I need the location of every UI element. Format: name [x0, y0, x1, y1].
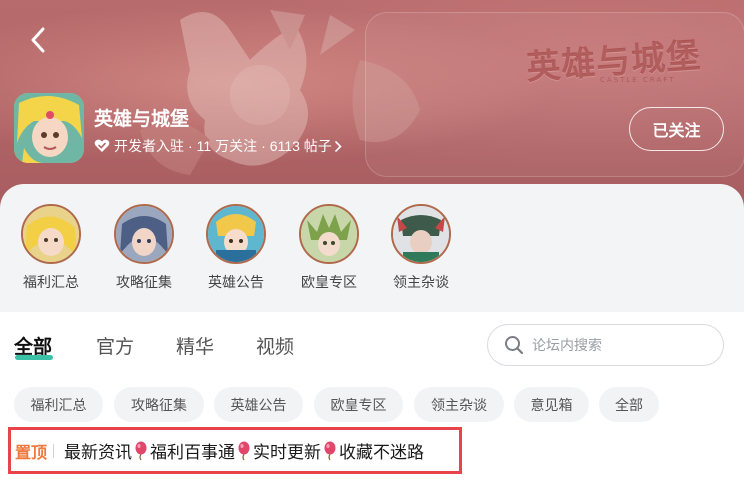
search-input[interactable] [532, 337, 702, 353]
chip-guides[interactable]: 攻略征集 [114, 387, 204, 422]
posts-count: 6113 帖子 [269, 138, 332, 154]
banner-game-logo-sub: CASTLE CRAFT [600, 76, 676, 84]
category-item-hero-news[interactable]: 英雄公告 [198, 204, 274, 292]
pinned-title-segment: 实时更新 [253, 443, 322, 462]
game-app-icon [14, 93, 84, 163]
tab-featured[interactable]: 精华 [176, 332, 214, 359]
hero-avatar-warrior [391, 204, 451, 264]
pinned-title-segment: 收藏不迷路 [339, 443, 425, 462]
hero-avatar-elf [114, 204, 174, 264]
game-meta: 开发者入驻 · 11 万关注 · 6113 帖子 [94, 136, 342, 156]
tab-official[interactable]: 官方 [96, 332, 134, 359]
category-item-lord-talk[interactable]: 领主杂谈 [383, 204, 459, 292]
follow-button[interactable]: 已关注 [629, 107, 724, 151]
hero-avatar-armored [206, 204, 266, 264]
category-label: 欧皇专区 [301, 274, 357, 290]
feed-area: 全部 官方 精华 视频 福利汇总 攻略征集 英雄公告 欧皇专区 领主杂谈 意见箱… [0, 312, 744, 480]
category-section: 福利汇总 攻略征集 英雄公告 欧皇专区 领主杂谈 [0, 184, 744, 312]
chip-all[interactable]: 全部 [599, 387, 659, 422]
balloon-icon [323, 441, 337, 461]
chevron-left-icon [31, 27, 45, 53]
chip-feedback[interactable]: 意见箱 [514, 387, 589, 422]
category-label: 攻略征集 [116, 274, 172, 290]
category-label: 领主杂谈 [393, 274, 449, 290]
hero-avatar-druid [299, 204, 359, 264]
followers-count: 11 万关注 [196, 138, 258, 154]
category-item-lucky-zone[interactable]: 欧皇专区 [291, 204, 367, 292]
developer-label: 开发者入驻 [114, 138, 184, 154]
meta-separator: · [261, 138, 266, 154]
chip-welfare[interactable]: 福利汇总 [14, 387, 103, 422]
category-label: 福利汇总 [23, 274, 79, 290]
category-item-guides[interactable]: 攻略征集 [106, 204, 182, 292]
posts-link[interactable]: 6113 帖子 [270, 136, 342, 156]
category-label: 英雄公告 [208, 274, 264, 290]
balloon-icon [237, 441, 251, 461]
chip-lucky-zone[interactable]: 欧皇专区 [314, 387, 403, 422]
pinned-tag: 置顶 [15, 444, 48, 462]
tab-video[interactable]: 视频 [256, 332, 294, 359]
pinned-title-segment: 福利百事通 [150, 443, 236, 462]
pinned-title: 最新资讯 福利百事通 实时更新 收藏不迷路 [64, 438, 424, 463]
chip-hero-news[interactable]: 英雄公告 [214, 387, 303, 422]
category-item-welfare[interactable]: 福利汇总 [13, 204, 89, 292]
hero-avatar-blonde [21, 204, 81, 264]
pinned-post[interactable]: 置顶 最新资讯 福利百事通 实时更新 收藏不迷路 [8, 427, 462, 474]
tab-active-underline [15, 355, 53, 360]
forum-page: 英雄与城堡 CASTLE CRAFT 英雄与城堡 开发者入驻 · 11 万关注 … [0, 0, 744, 480]
meta-separator: · [188, 138, 193, 154]
chip-lord-talk[interactable]: 领主杂谈 [414, 387, 504, 422]
pinned-title-segment: 最新资讯 [64, 443, 133, 462]
game-title: 英雄与城堡 [94, 109, 190, 130]
forum-banner: 英雄与城堡 CASTLE CRAFT 英雄与城堡 开发者入驻 · 11 万关注 … [0, 0, 744, 210]
forum-search-box[interactable] [487, 324, 724, 366]
pinned-divider [53, 443, 55, 458]
chevron-right-icon [334, 140, 342, 152]
balloon-icon [134, 441, 148, 461]
back-button[interactable] [24, 24, 52, 56]
search-icon [505, 336, 524, 355]
verified-heart-icon [94, 139, 110, 152]
